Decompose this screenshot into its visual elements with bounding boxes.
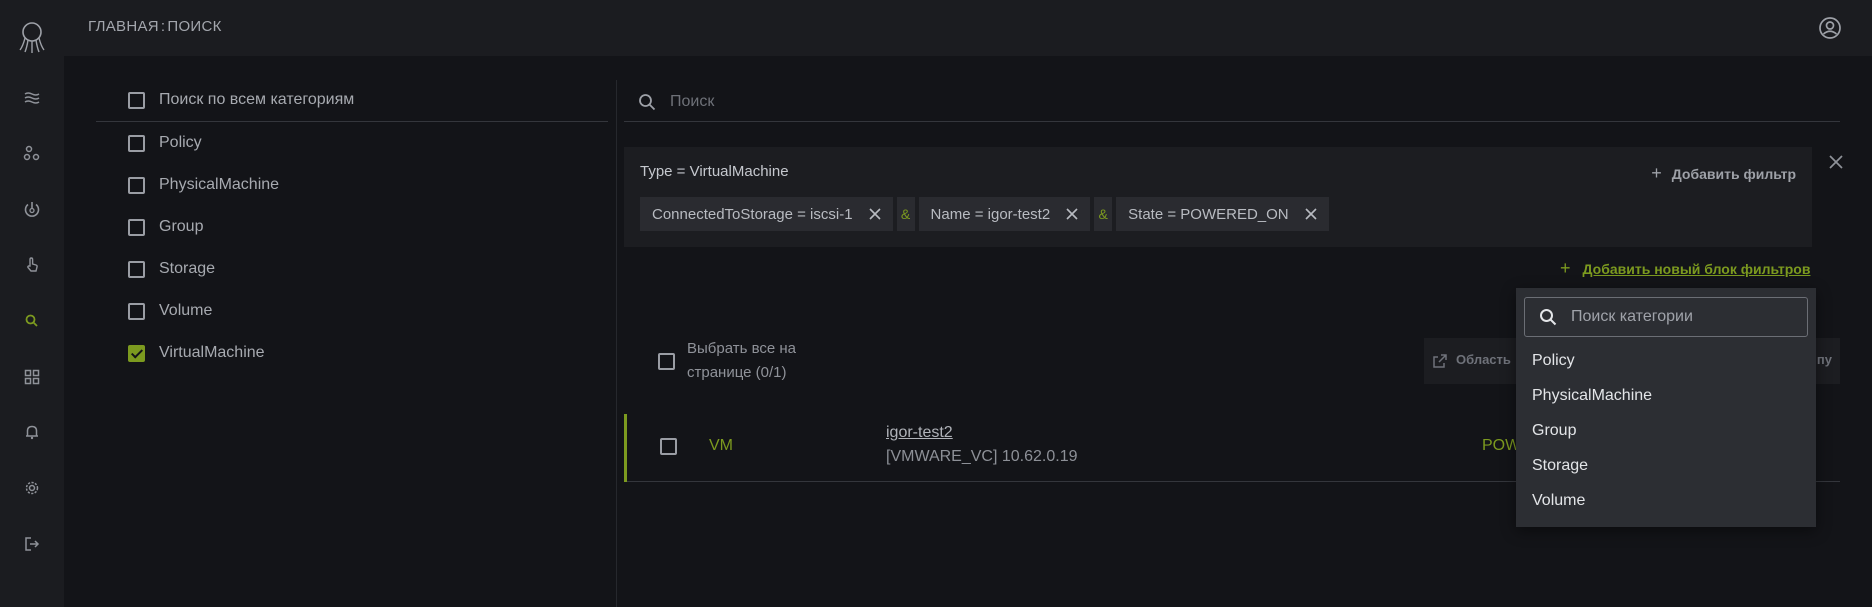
filter-chip-label: ConnectedToStorage = iscsi-1 (652, 205, 853, 223)
select-all-line-1: Выбрать все на (687, 340, 797, 357)
checkbox[interactable] (128, 134, 145, 152)
checkbox[interactable] (128, 176, 145, 194)
external-link-icon (1433, 354, 1447, 368)
dropdown-option-volume[interactable]: Volume (1532, 492, 1585, 510)
filter-connector: & (1094, 197, 1113, 231)
breadcrumb-current: ПОИСК (167, 18, 222, 35)
checkbox[interactable] (658, 352, 675, 370)
breadcrumb: ГЛАВНАЯ: ПОИСК (88, 18, 222, 35)
dropdown-option-group[interactable]: Group (1532, 422, 1576, 440)
category-label: Group (159, 218, 204, 235)
filter-chip-label: Name = igor-test2 (930, 205, 1051, 223)
panel-divider (616, 80, 617, 607)
category-search (1524, 297, 1808, 337)
search-icon[interactable] (20, 309, 44, 333)
category-all-checkbox[interactable]: Поиск по всем категориям (128, 88, 354, 112)
category-label: Volume (159, 302, 213, 319)
power-icon[interactable] (20, 197, 44, 221)
divider (96, 121, 608, 122)
checkbox[interactable] (128, 260, 145, 278)
filter-chip-label: State = POWERED_ON (1128, 205, 1289, 223)
row-subtitle: [VMWARE_VC] 10.62.0.19 (886, 448, 1078, 465)
filter-chip[interactable]: Name = igor-test2 (918, 197, 1091, 231)
checkbox-checked[interactable] (128, 344, 145, 362)
category-label: VirtualMachine (159, 344, 265, 361)
row-name-link[interactable]: igor-test2 (886, 424, 953, 442)
select-all-label: Выбрать все на странице (0/1) (687, 337, 796, 385)
row-accent-bar (624, 414, 627, 482)
checkbox[interactable] (128, 91, 145, 109)
breadcrumb-separator: : (160, 18, 166, 35)
category-item-group[interactable]: Group (128, 215, 203, 239)
dropdown-option-storage[interactable]: Storage (1532, 457, 1588, 475)
filter-block: Type = VirtualMachine + Добавить фильтр … (624, 147, 1812, 247)
category-dropdown: Policy PhysicalMachine Group Storage Vol… (1516, 288, 1816, 527)
search-bar (624, 82, 1840, 122)
filter-chips: ConnectedToStorage = iscsi-1 & Name = ig… (640, 197, 1329, 231)
search-icon (1540, 309, 1557, 326)
gear-icon[interactable] (20, 476, 44, 500)
category-item-physicalmachine[interactable]: PhysicalMachine (128, 173, 279, 197)
search-icon (638, 93, 656, 111)
category-item-policy[interactable]: Policy (128, 131, 202, 155)
category-all-label: Поиск по всем категориям (159, 91, 355, 108)
user-avatar-icon[interactable] (1818, 16, 1842, 40)
row-checkbox[interactable] (660, 438, 677, 455)
add-filter-label: Добавить фильтр (1671, 165, 1796, 182)
row-state: POW (1482, 437, 1521, 454)
checkbox[interactable] (128, 218, 145, 236)
filter-chip[interactable]: State = POWERED_ON (1116, 197, 1329, 231)
plus-icon: + (1560, 258, 1571, 278)
search-input[interactable] (668, 90, 1568, 114)
plus-icon: + (1651, 163, 1662, 183)
top-header: ГЛАВНАЯ: ПОИСК (64, 0, 1872, 56)
close-icon[interactable] (1064, 206, 1080, 222)
add-filter-block-label: Добавить новый блок фильтров (1582, 260, 1811, 277)
area-button-tail: пу (1816, 352, 1832, 367)
dashboard-icon[interactable] (20, 365, 44, 389)
nodes-icon[interactable] (20, 141, 44, 165)
category-item-volume[interactable]: Volume (128, 299, 212, 323)
add-filter-button[interactable]: + Добавить фильтр (1651, 163, 1796, 184)
category-search-input[interactable] (1569, 306, 1799, 328)
category-item-storage[interactable]: Storage (128, 257, 215, 281)
category-label: Policy (159, 134, 202, 151)
add-filter-block-button[interactable]: + Добавить новый блок фильтров (1560, 258, 1810, 279)
touch-icon[interactable] (20, 253, 44, 277)
select-all-checkbox[interactable]: Выбрать все на странице (0/1) (658, 337, 796, 385)
sidebar (0, 0, 64, 607)
checkbox[interactable] (128, 302, 145, 320)
close-icon[interactable] (867, 206, 883, 222)
close-icon[interactable] (1303, 206, 1319, 222)
logout-icon[interactable] (20, 532, 44, 556)
area-button-label: Область (1456, 352, 1511, 367)
category-item-virtualmachine[interactable]: VirtualMachine (128, 341, 265, 365)
bell-icon[interactable] (20, 420, 44, 444)
category-label: Storage (159, 260, 216, 277)
category-label: PhysicalMachine (159, 176, 280, 193)
layers-icon[interactable] (20, 86, 44, 110)
select-all-line-2: странице (0/1) (687, 364, 787, 381)
close-icon[interactable] (1828, 154, 1844, 170)
row-type: VM (709, 437, 733, 454)
filter-chip[interactable]: ConnectedToStorage = iscsi-1 (640, 197, 893, 231)
logo-icon[interactable] (17, 20, 47, 54)
breadcrumb-home[interactable]: ГЛАВНАЯ (88, 18, 159, 35)
filter-type-label: Type = VirtualMachine (640, 163, 789, 180)
dropdown-option-physicalmachine[interactable]: PhysicalMachine (1532, 387, 1652, 405)
filter-connector: & (896, 197, 915, 231)
dropdown-option-policy[interactable]: Policy (1532, 352, 1575, 370)
